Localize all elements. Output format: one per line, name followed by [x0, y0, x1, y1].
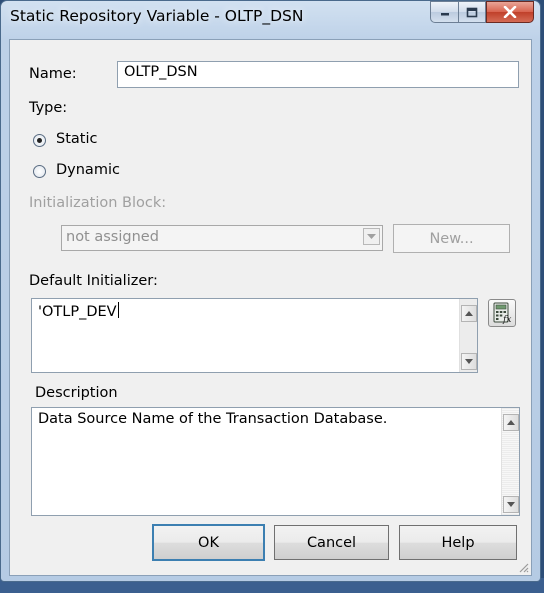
radio-selected-dot: [37, 138, 42, 143]
text-caret: [117, 302, 119, 318]
dynamic-radio-label[interactable]: Dynamic: [56, 162, 120, 178]
svg-text:fx: fx: [502, 315, 511, 324]
init-block-select[interactable]: not assigned: [61, 225, 383, 251]
window-title: Static Repository Variable - OLTP_DSN: [10, 7, 304, 25]
description-input[interactable]: Data Source Name of the Transaction Data…: [31, 407, 520, 516]
minimize-button[interactable]: [430, 1, 458, 23]
scroll-up-button[interactable]: [503, 414, 519, 431]
default-initializer-scrollbar[interactable]: [459, 299, 477, 372]
maximize-icon: [466, 7, 478, 17]
dropdown-arrow-button[interactable]: [363, 228, 380, 245]
description-text: Data Source Name of the Transaction Data…: [38, 411, 388, 427]
title-bar[interactable]: Static Repository Variable - OLTP_DSN: [1, 1, 540, 39]
description-label: Description: [35, 385, 118, 401]
default-initializer-input[interactable]: 'OTLP_DEV: [31, 298, 478, 373]
help-button[interactable]: Help: [399, 525, 517, 560]
dialog-window: Static Repository Variable - OLTP_DSN Na…: [0, 0, 541, 582]
chevron-down-icon: [465, 359, 473, 364]
close-icon: [503, 6, 517, 18]
init-block-value: not assigned: [66, 229, 159, 245]
cancel-button[interactable]: Cancel: [274, 525, 389, 560]
description-scrollbar[interactable]: [501, 408, 519, 515]
scroll-down-button[interactable]: [503, 496, 519, 513]
static-radio-label[interactable]: Static: [56, 131, 97, 147]
chevron-up-icon: [507, 420, 515, 425]
expression-builder-button[interactable]: fx: [488, 299, 516, 327]
maximize-button[interactable]: [458, 1, 486, 23]
dynamic-radio[interactable]: [33, 165, 46, 178]
caption-buttons: [430, 1, 534, 24]
name-label: Name:: [29, 66, 77, 82]
init-block-label: Initialization Block:: [29, 195, 167, 211]
close-button[interactable]: [486, 1, 534, 23]
chevron-down-icon: [507, 502, 515, 507]
type-label: Type:: [29, 100, 68, 116]
name-input[interactable]: OLTP_DSN: [117, 61, 519, 88]
scroll-down-button[interactable]: [461, 353, 477, 370]
minimize-icon: [440, 13, 449, 16]
resize-grip-icon[interactable]: [517, 561, 529, 573]
new-init-block-button[interactable]: New...: [393, 224, 510, 253]
dialog-body: Name: OLTP_DSN Type: Static Dynamic Init…: [9, 39, 532, 576]
static-radio[interactable]: [33, 134, 46, 147]
chevron-down-icon: [367, 233, 376, 239]
expression-builder-icon: fx: [493, 302, 511, 324]
ok-button[interactable]: OK: [152, 524, 265, 561]
scroll-up-button[interactable]: [461, 305, 477, 322]
chevron-up-icon: [465, 311, 473, 316]
default-initializer-text: 'OTLP_DEV: [38, 304, 117, 320]
default-initializer-label: Default Initializer:: [29, 273, 158, 289]
